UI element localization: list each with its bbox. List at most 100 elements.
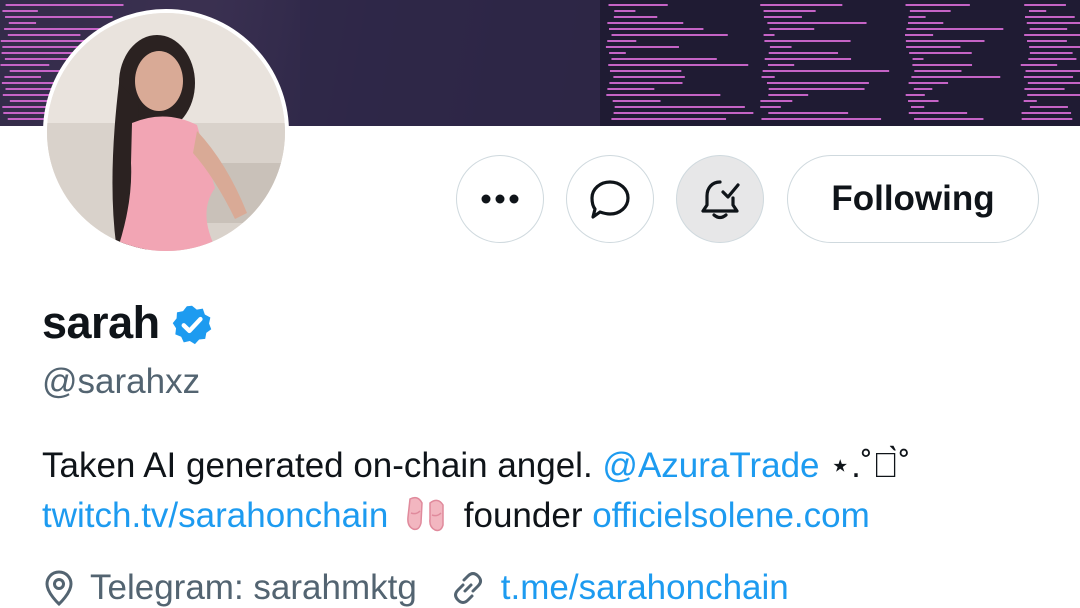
following-button[interactable]: Following <box>787 155 1039 243</box>
banner-code-line <box>905 34 934 36</box>
banner-code-line <box>613 16 658 18</box>
banner-code-line <box>5 4 124 6</box>
banner-code-line <box>912 58 924 60</box>
following-label: Following <box>831 179 995 218</box>
location-text: Telegram: sarahmktg <box>90 568 417 607</box>
website-item[interactable]: t.me/sarahonchain <box>449 568 789 608</box>
banner-code-line <box>1029 46 1080 48</box>
banner-code-line <box>768 94 809 96</box>
banner-code-line <box>1024 34 1080 36</box>
banner-code-line <box>1029 28 1068 30</box>
bio-line-1: Taken AI generated on-chain angel. @Azur… <box>42 441 1062 491</box>
banner-code-line <box>609 82 683 84</box>
banner-code-line <box>1027 82 1080 84</box>
banner-code-line <box>769 46 792 48</box>
ballet-shoes-emoji <box>407 496 444 532</box>
banner-code-line <box>609 52 626 54</box>
banner-code-line <box>762 70 890 72</box>
banner-code-line <box>608 4 668 6</box>
banner-code-line <box>760 106 781 108</box>
banner-code-line <box>908 82 949 84</box>
banner-code-line <box>5 16 113 18</box>
banner-code-line <box>1027 40 1067 42</box>
banner-code-line <box>613 76 685 78</box>
more-horizontal-icon <box>481 194 519 204</box>
banner-code-line <box>607 40 637 42</box>
banner-code-line <box>769 28 815 30</box>
banner-code-line <box>763 16 802 18</box>
banner-code-line <box>911 76 1001 78</box>
banner-code-line <box>909 10 951 12</box>
banner-code-line <box>906 28 1004 30</box>
banner-code-line <box>912 64 973 66</box>
profile-bio: Taken AI generated on-chain angel. @Azur… <box>42 441 1062 541</box>
banner-code-line <box>1029 52 1073 54</box>
banner-code-line <box>764 40 851 42</box>
banner-code-line <box>7 34 81 36</box>
banner-code-line <box>1021 118 1073 120</box>
banner-code-line <box>763 34 775 36</box>
banner-code-line <box>908 16 926 18</box>
banner-code-line <box>911 106 925 108</box>
banner-code-line <box>914 70 962 72</box>
banner-code-line <box>761 118 882 120</box>
banner-code-line <box>609 70 682 72</box>
bio-text: Taken AI generated on-chain angel. <box>42 446 593 485</box>
banner-code-line <box>906 46 961 48</box>
link-icon <box>453 572 482 604</box>
banner-code-line <box>1026 22 1080 24</box>
banner-code-line <box>607 22 684 24</box>
banner-code-line <box>611 118 727 120</box>
banner-code-line <box>611 34 728 36</box>
banner-code-line <box>761 76 775 78</box>
profile-meta: Telegram: sarahmktg t.me/sarahonchain <box>42 568 821 608</box>
more-button[interactable] <box>456 155 544 243</box>
banner-code-line <box>612 100 661 102</box>
banner-code-line <box>913 88 933 90</box>
bio-twitch-link[interactable]: twitch.tv/sarahonchain <box>42 496 388 535</box>
banner-code-line <box>767 64 795 66</box>
banner-code-line <box>908 112 968 114</box>
notifications-button[interactable] <box>676 155 764 243</box>
banner-code-line <box>907 22 944 24</box>
banner-code-line <box>766 82 869 84</box>
banner-code-line <box>1023 76 1074 78</box>
profile-avatar[interactable] <box>43 9 289 255</box>
banner-code-line <box>606 94 721 96</box>
banner-code-line <box>608 64 749 66</box>
banner-code-line <box>764 58 852 60</box>
banner-code-line <box>1025 70 1080 72</box>
banner-code-line <box>611 58 717 60</box>
banner-code-line <box>905 94 925 96</box>
display-name-row: sarah <box>42 295 214 351</box>
banner-code-line <box>605 46 679 48</box>
username-handle: @sarahxz <box>42 362 201 401</box>
location-pin-icon <box>45 570 73 607</box>
banner-code-line <box>914 118 984 120</box>
banner-code-line <box>1024 16 1075 18</box>
banner-code-line <box>908 100 939 102</box>
banner-code-line <box>905 4 970 6</box>
banner-code-line <box>1023 100 1037 102</box>
banner-code-line <box>767 22 867 24</box>
website-link[interactable]: t.me/sarahonchain <box>501 568 789 608</box>
banner-code-line <box>609 28 704 30</box>
banner-code-line <box>1028 58 1077 60</box>
banner-code-line <box>905 40 985 42</box>
banner-code-line <box>1027 94 1080 96</box>
banner-code-line <box>4 76 42 78</box>
bio-decoration: ⋆.˚๋̀˚ <box>829 446 911 485</box>
banner-code-line <box>763 10 816 12</box>
message-button[interactable] <box>566 155 654 243</box>
bio-mention-link[interactable]: @AzuraTrade <box>602 446 819 485</box>
banner-code-line <box>613 112 754 114</box>
bio-founder-text: founder <box>463 496 583 535</box>
verified-badge-icon[interactable] <box>170 303 214 347</box>
bio-website-link[interactable]: officielsolene.com <box>592 496 870 535</box>
banner-code-line <box>607 88 655 90</box>
banner-code-line <box>1021 112 1072 114</box>
banner-code-line <box>1028 10 1047 12</box>
banner-code-line <box>1024 88 1065 90</box>
bio-line-2: twitch.tv/sarahonchain founder officiels… <box>42 491 1062 541</box>
banner-code-line <box>760 4 843 6</box>
